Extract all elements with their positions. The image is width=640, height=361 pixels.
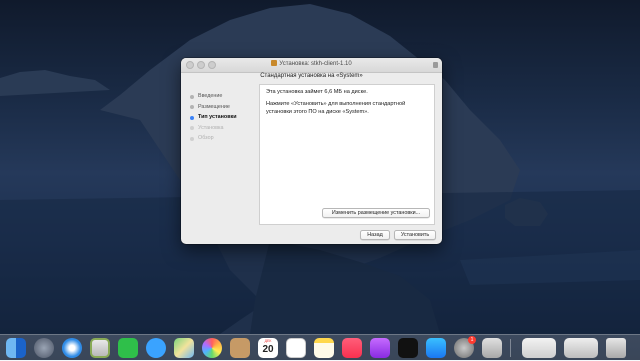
disk-space-text: Эта установка займет 6,6 МБ на диске. (266, 89, 368, 95)
safari-icon[interactable] (62, 338, 82, 358)
title-bar[interactable]: Установка: stkh-client-1.10 (181, 58, 442, 73)
photos-icon[interactable] (202, 338, 222, 358)
step-introduction: Введение (189, 91, 259, 102)
reminders-icon[interactable] (286, 338, 306, 358)
messages-icon[interactable] (146, 338, 166, 358)
step-dot-icon (190, 126, 194, 130)
package-icon (271, 60, 278, 66)
lock-icon[interactable] (433, 62, 438, 68)
dock-separator (510, 339, 511, 357)
step-summary: Обзор (189, 133, 259, 144)
window-title: Установка: stkh-client-1.10 (279, 61, 352, 67)
trash-icon[interactable] (606, 338, 626, 358)
maps-icon[interactable] (174, 338, 194, 358)
step-label: Размещение (198, 103, 230, 110)
change-install-location-button[interactable]: Изменить размещение установки... (322, 208, 430, 218)
notes-icon[interactable] (314, 338, 334, 358)
step-dot-icon (190, 136, 194, 141)
contacts-icon[interactable] (230, 338, 250, 358)
page-subtitle: Стандартная установка на «System» (260, 73, 363, 79)
downloads-icon[interactable] (522, 338, 556, 358)
downloads-stack-icon[interactable] (564, 338, 598, 358)
step-label: Введение (198, 93, 223, 99)
facetime-icon[interactable] (118, 338, 138, 358)
calendar-icon[interactable]: ДЕК 20 (258, 338, 278, 358)
steps-sidebar: Введение Размещение Тип установки Устано… (189, 91, 259, 144)
installer-icon[interactable] (482, 338, 502, 358)
step-dot-icon (190, 115, 194, 120)
content-panel: Эта установка займет 6,6 МБ на диске. На… (259, 84, 435, 225)
dock: ДЕК 20 1 (0, 334, 640, 361)
step-dot-icon (190, 94, 194, 99)
system-preferences-icon[interactable]: 1 (454, 336, 476, 358)
back-button[interactable]: Назад (360, 230, 390, 240)
install-button[interactable]: Установить (394, 230, 436, 240)
instructions-text: Нажмите «Установить» для выполнения стан… (266, 101, 406, 115)
installer-window[interactable]: Установка: stkh-client-1.10 Стандартная … (181, 58, 442, 244)
podcasts-icon[interactable] (370, 338, 390, 358)
step-destination: Размещение (189, 102, 259, 113)
step-label: Обзор (198, 135, 214, 141)
app-store-icon[interactable] (426, 338, 446, 358)
step-dot-icon (190, 105, 194, 109)
step-installation-type: Тип установки (189, 112, 259, 123)
launchpad-icon[interactable] (34, 338, 54, 358)
calendar-day: 20 (262, 344, 274, 355)
finder-icon[interactable] (6, 338, 26, 358)
tv-icon[interactable] (398, 338, 418, 358)
step-label: Установка (198, 124, 224, 131)
window-title-wrap: Установка: stkh-client-1.10 (181, 60, 442, 67)
step-label: Тип установки (198, 114, 237, 120)
music-icon[interactable] (342, 338, 362, 358)
step-installation: Установка (189, 123, 259, 134)
notification-badge: 1 (468, 336, 476, 344)
photo-booth-icon[interactable] (90, 338, 110, 358)
calendar-month: ДЕК (264, 339, 272, 343)
